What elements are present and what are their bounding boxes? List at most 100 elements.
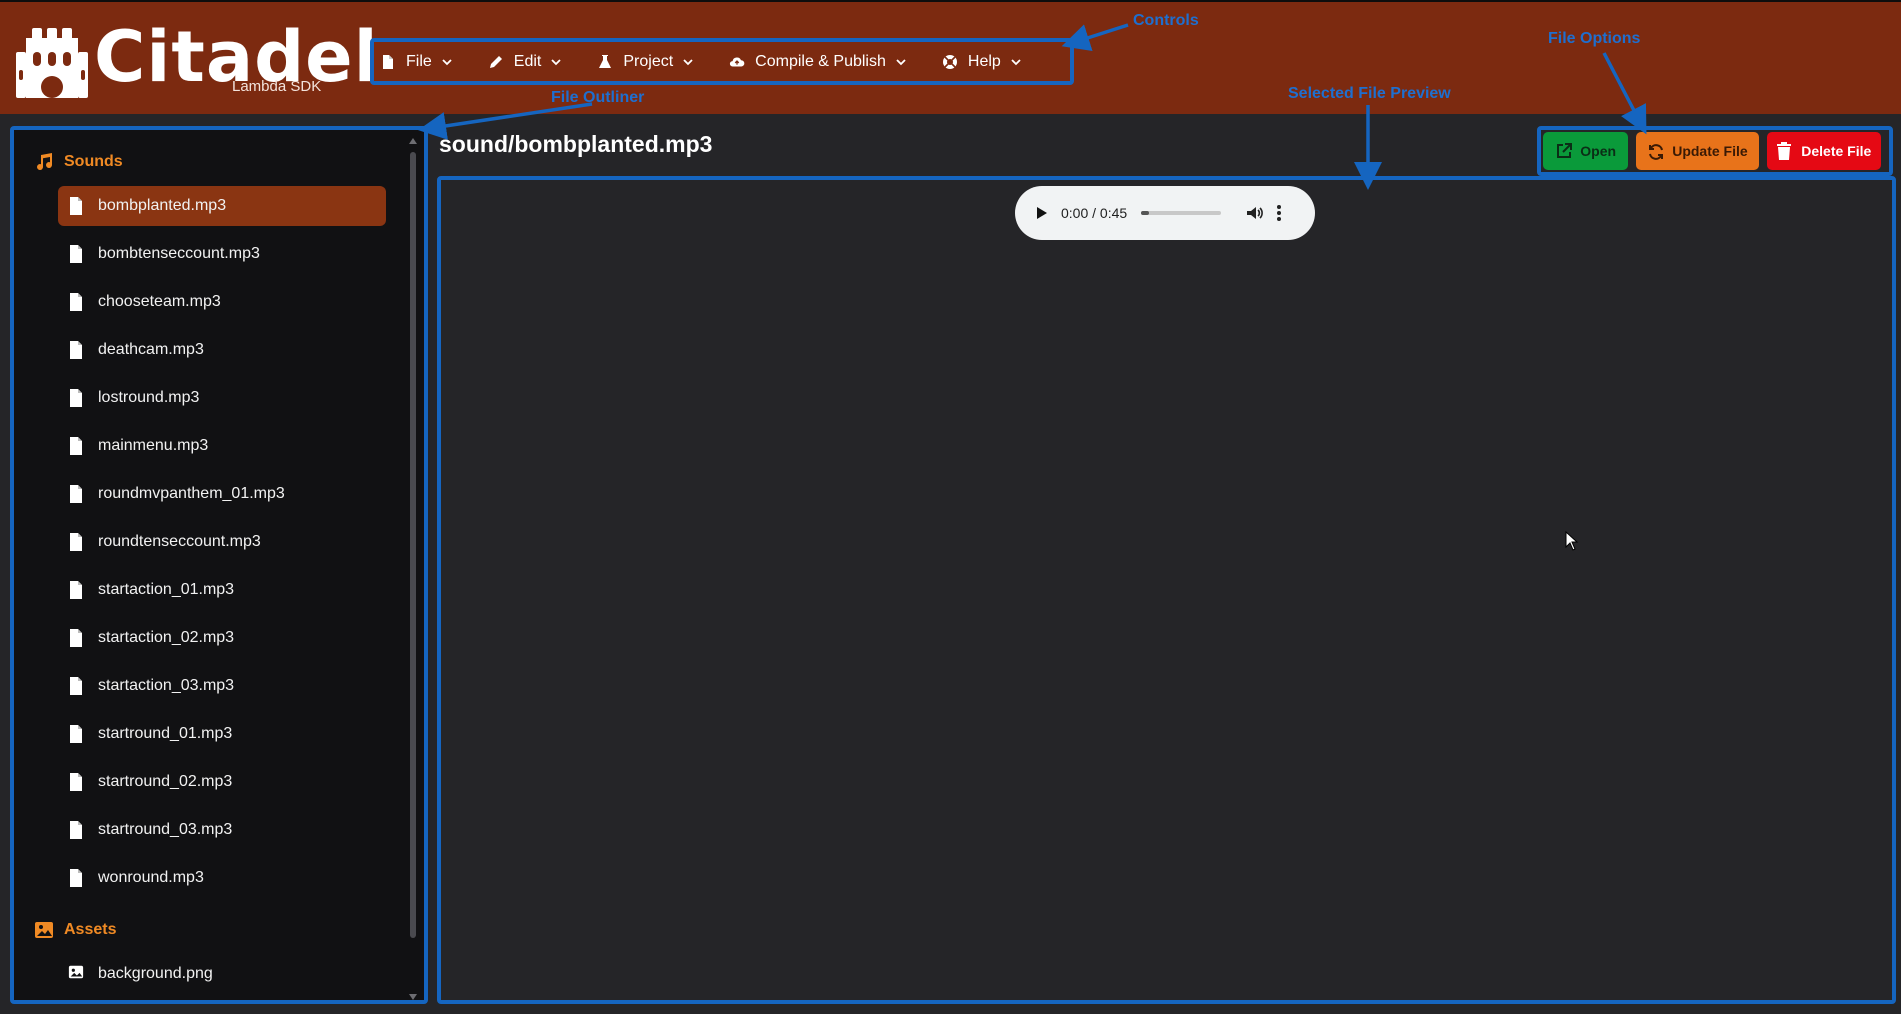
file-item-label: background.png: [98, 965, 213, 982]
annotation-controls: Controls: [1133, 12, 1199, 29]
delete-file-label: Delete File: [1801, 143, 1872, 159]
file-item-label: bombtenseccount.mp3: [98, 245, 260, 262]
menu-help-label: Help: [967, 52, 1001, 70]
sidebar-scrollbar[interactable]: [408, 138, 418, 1000]
delete-file-button[interactable]: Delete File: [1766, 132, 1881, 170]
file-item[interactable]: startround_02.mp3: [58, 762, 386, 802]
audio-player[interactable]: 0:00 / 0:45: [1015, 186, 1315, 240]
file-item[interactable]: bombtenseccount.mp3: [58, 234, 386, 274]
mouse-cursor-icon: [1565, 531, 1579, 551]
menu-edit[interactable]: Edit: [488, 42, 562, 81]
file-icon: [68, 340, 84, 360]
assets-list: background.png: [14, 954, 424, 994]
file-icon: [68, 388, 84, 408]
menu-compile-publish[interactable]: Compile & Publish: [729, 42, 906, 81]
file-item-label: startround_03.mp3: [98, 821, 233, 838]
file-item[interactable]: wonround.mp3: [58, 858, 386, 898]
file-item[interactable]: deathcam.mp3: [58, 330, 386, 370]
file-item-label: chooseteam.mp3: [98, 293, 221, 310]
lifebuoy-icon: [942, 54, 958, 70]
section-sounds-label: Sounds: [64, 153, 123, 170]
file-item[interactable]: background.png: [58, 954, 386, 994]
file-icon: [68, 532, 84, 552]
play-icon[interactable]: [1037, 207, 1047, 219]
image-file-icon: [68, 964, 84, 984]
annotation-selected-file-preview: Selected File Preview: [1288, 85, 1451, 102]
file-icon: [68, 292, 84, 312]
flask-icon: [597, 54, 613, 70]
menu-project-label: Project: [623, 52, 674, 70]
scroll-thumb[interactable]: [410, 152, 416, 938]
file-icon: [68, 820, 84, 840]
file-item[interactable]: mainmenu.mp3: [58, 426, 386, 466]
file-icon: [68, 484, 84, 504]
refresh-icon: [1647, 142, 1665, 160]
file-item[interactable]: startaction_01.mp3: [58, 570, 386, 610]
update-file-button[interactable]: Update File: [1636, 132, 1759, 170]
file-icon: [68, 868, 84, 888]
file-item-label: bombplanted.mp3: [98, 197, 227, 214]
chevron-down-icon: [683, 57, 693, 67]
annotation-file-outliner: File Outliner: [551, 89, 645, 106]
annotation-file-options: File Options: [1548, 30, 1641, 47]
menu-bar: File Edit Project Compile & Publish Help: [370, 38, 1074, 85]
scroll-up-arrow[interactable]: [409, 138, 417, 144]
file-item-label: deathcam.mp3: [98, 341, 204, 358]
chevron-down-icon: [1011, 57, 1021, 67]
cloud-upload-icon: [729, 54, 745, 70]
file-item[interactable]: roundmvpanthem_01.mp3: [58, 474, 386, 514]
app-logo[interactable]: Citadel Lambda SDK: [14, 22, 378, 100]
pencil-icon: [488, 54, 504, 70]
file-item[interactable]: chooseteam.mp3: [58, 282, 386, 322]
volume-icon[interactable]: [1245, 204, 1264, 222]
file-preview: 0:00 / 0:45: [437, 176, 1896, 1004]
file-item-label: wonround.mp3: [98, 869, 204, 886]
file-item[interactable]: bombplanted.mp3: [58, 186, 386, 226]
file-item-label: startround_01.mp3: [98, 725, 233, 742]
menu-project[interactable]: Project: [597, 42, 693, 81]
audio-time: 0:00 / 0:45: [1061, 205, 1128, 221]
menu-compile-publish-label: Compile & Publish: [755, 52, 886, 70]
file-item-label: lostround.mp3: [98, 389, 200, 406]
chevron-down-icon: [442, 57, 452, 67]
chevron-down-icon: [896, 57, 906, 67]
file-item-label: roundmvpanthem_01.mp3: [98, 485, 285, 502]
file-icon: [68, 244, 84, 264]
castle-icon: [16, 28, 88, 98]
file-item-label: roundtenseccount.mp3: [98, 533, 261, 550]
menu-file-label: File: [406, 52, 432, 70]
file-icon: [68, 580, 84, 600]
music-note-icon: [34, 152, 54, 172]
file-options: Open Update File Delete File: [1537, 126, 1893, 176]
file-icon: [68, 196, 84, 216]
open-button-label: Open: [1580, 143, 1617, 159]
file-item[interactable]: startaction_02.mp3: [58, 618, 386, 658]
file-item-label: startaction_02.mp3: [98, 629, 235, 646]
file-item[interactable]: startaction_03.mp3: [58, 666, 386, 706]
section-assets[interactable]: Assets: [14, 906, 424, 954]
file-icon: [68, 676, 84, 696]
open-button[interactable]: Open: [1543, 132, 1629, 170]
menu-edit-label: Edit: [513, 52, 542, 70]
audio-seek-bar[interactable]: [1141, 211, 1222, 215]
scroll-down-arrow[interactable]: [409, 994, 417, 1000]
trash-icon: [1776, 142, 1794, 160]
file-item[interactable]: lostround.mp3: [58, 378, 386, 418]
external-link-icon: [1555, 142, 1573, 160]
section-sounds[interactable]: Sounds: [14, 138, 424, 186]
file-item[interactable]: startround_01.mp3: [58, 714, 386, 754]
top-bar: Citadel Lambda SDK File Edit Project Com…: [0, 0, 1901, 114]
file-item-label: startaction_03.mp3: [98, 677, 235, 694]
selected-file-path: sound/bombplanted.mp3: [439, 131, 713, 157]
file-icon: [380, 54, 396, 70]
file-item[interactable]: roundtenseccount.mp3: [58, 522, 386, 562]
image-icon: [34, 920, 54, 940]
file-icon: [68, 724, 84, 744]
file-item-label: startaction_01.mp3: [98, 581, 235, 598]
more-options-icon[interactable]: [1277, 205, 1282, 221]
chevron-down-icon: [551, 57, 561, 67]
update-file-label: Update File: [1672, 143, 1748, 159]
file-item[interactable]: startround_03.mp3: [58, 810, 386, 850]
menu-help[interactable]: Help: [942, 42, 1021, 81]
menu-file[interactable]: File: [380, 42, 452, 81]
